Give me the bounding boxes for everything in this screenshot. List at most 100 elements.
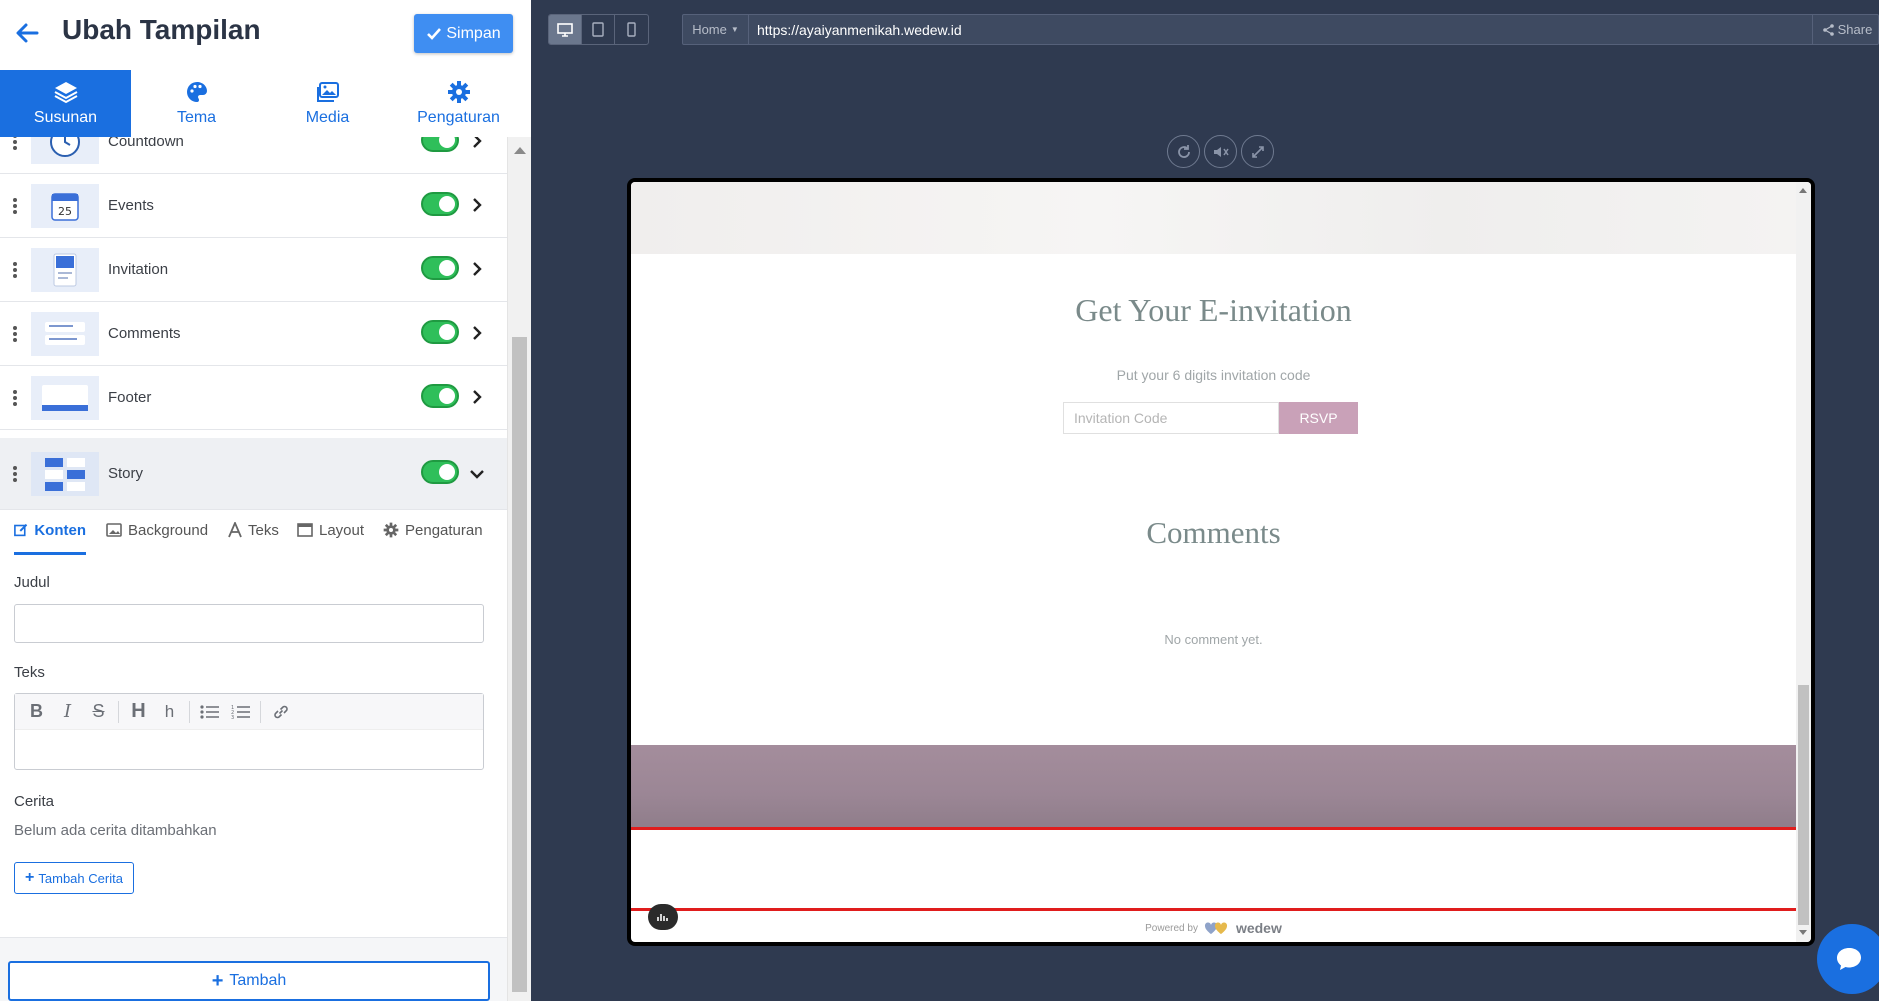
section-name: Invitation [108,261,169,278]
share-button[interactable]: Share [1812,15,1879,44]
brand-name: wedew [1235,920,1282,936]
heading-large-icon[interactable]: H [123,697,154,727]
page-select[interactable]: Home ▼ [683,15,749,44]
tablet-icon [592,22,604,37]
tablet-view-button[interactable] [582,15,615,44]
rich-text-editor[interactable]: B I S H h 123 [14,693,484,770]
subtab-layout[interactable]: Layout [297,519,364,555]
chevron-right-icon[interactable] [470,390,484,404]
drag-handle-icon[interactable] [13,466,17,484]
section-toggle[interactable] [421,460,459,484]
drag-handle-icon[interactable] [13,326,17,344]
mute-button[interactable] [1204,135,1237,168]
layers-icon [54,82,77,104]
gear-icon [447,81,470,103]
subtab-teks[interactable]: Teks [228,519,279,555]
subtab-pengaturan[interactable]: Pengaturan [383,519,483,555]
preview-scrollbar[interactable] [1796,182,1811,942]
subtab-label: Pengaturan [405,522,483,539]
chevron-right-icon[interactable] [470,326,484,340]
numbered-list-icon[interactable]: 123 [225,697,256,727]
bullet-list-icon[interactable] [194,697,225,727]
cerita-label: Cerita [14,793,55,810]
section-row-footer[interactable]: Footer [0,366,507,430]
drag-handle-icon[interactable] [13,390,17,408]
back-button[interactable] [12,18,42,48]
rsvp-button[interactable]: RSVP [1279,402,1358,434]
judul-input[interactable] [14,604,484,643]
bold-icon[interactable]: B [21,697,52,727]
section-row-countdown[interactable]: Countdown [0,137,507,174]
tab-tema[interactable]: Tema [131,70,262,137]
preview-url[interactable]: https://ayaiyanmenikah.wedew.id [757,22,962,38]
scrollbar-thumb[interactable] [1798,685,1809,925]
preview-frame: Get Your E-invitation Put your 6 digits … [627,178,1815,946]
section-toggle[interactable] [421,320,459,344]
chevron-right-icon[interactable] [470,198,484,212]
scroll-up-arrow-icon[interactable] [1799,188,1807,193]
chat-button[interactable] [1817,924,1879,994]
section-row-events[interactable]: 25 Events [0,174,507,238]
scroll-up-arrow-icon[interactable] [514,147,526,154]
italic-icon[interactable]: I [52,697,83,727]
footer-band [631,745,1796,828]
desktop-view-button[interactable] [549,15,582,44]
section-row-comments[interactable]: Comments [0,302,507,366]
add-story-button[interactable]: + Tambah Cerita [14,862,134,894]
chevron-right-icon[interactable] [470,137,484,148]
section-toggle[interactable] [421,384,459,408]
reload-button[interactable] [1167,135,1200,168]
drag-handle-icon[interactable] [13,262,17,280]
drag-handle-icon[interactable] [13,198,17,216]
teks-label: Teks [14,664,45,681]
save-button[interactable]: Simpan [414,14,513,53]
section-name: Countdown [108,137,184,150]
countdown-thumb-icon [31,137,99,164]
scrollbar-thumb[interactable] [512,337,527,992]
save-button-label: Simpan [446,24,501,42]
panel-scrollbar[interactable] [507,137,531,1001]
music-button[interactable] [648,904,678,930]
reload-icon [1177,144,1190,158]
desktop-icon [557,22,573,37]
section-row-invitation[interactable]: Invitation [0,238,507,302]
subtab-konten[interactable]: Konten [14,519,86,555]
strikethrough-icon[interactable]: S [83,697,114,727]
invitation-code-input[interactable]: Invitation Code [1063,402,1279,434]
tab-pengaturan[interactable]: Pengaturan [393,70,524,137]
plus-icon: + [211,969,224,992]
heart-logo-icon [1204,922,1227,934]
chevron-down-icon[interactable] [470,467,484,481]
add-section-button[interactable]: + Tambah [8,961,490,1001]
gear-icon [383,522,399,538]
images-icon [316,82,339,102]
add-section-label: Tambah [229,972,287,989]
section-toggle[interactable] [421,192,459,216]
heading-small-icon[interactable]: h [154,697,185,727]
tab-media[interactable]: Media [262,70,393,137]
section-toggle[interactable] [421,256,459,280]
editor-toolbar: B I S H h 123 [15,694,483,730]
fullscreen-button[interactable] [1241,135,1274,168]
tab-susunan[interactable]: Susunan [0,70,131,137]
story-thumb-icon [31,452,99,496]
section-toggle[interactable] [421,137,459,152]
scroll-down-arrow-icon[interactable] [1799,930,1807,935]
section-row-story[interactable]: Story [0,438,507,510]
image-icon [106,523,122,537]
section-name: Events [108,197,154,214]
chat-bubble-icon [1837,948,1861,970]
toolbar-divider [189,700,190,723]
subtab-background[interactable]: Background [106,519,208,555]
drag-handle-icon[interactable] [13,137,17,152]
link-icon[interactable] [265,697,296,727]
share-label: Share [1837,22,1873,37]
chevron-right-icon[interactable] [470,262,484,276]
story-subtabs: Konten Background Teks Layout Pengaturan [0,519,507,555]
selected-section-highlight[interactable] [631,827,1796,911]
einvitation-subtitle: Put your 6 digits invitation code [1116,367,1311,383]
volume-mute-icon [1213,146,1229,157]
mobile-view-button[interactable] [615,15,648,44]
hero-image-strip [631,182,1796,254]
subtab-label: Layout [319,522,365,539]
